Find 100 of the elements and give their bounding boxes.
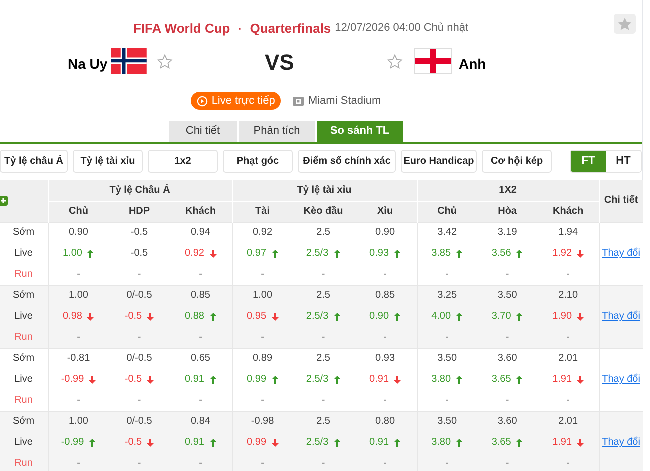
odds-value: 0.91 bbox=[185, 436, 204, 450]
odds-value: 0.84 bbox=[191, 415, 210, 430]
odds-value: 1.91 bbox=[552, 373, 572, 387]
odds-value: - bbox=[199, 457, 202, 471]
odds-value: 1.00 bbox=[253, 289, 273, 304]
odds-value: 3.19 bbox=[498, 226, 518, 240]
column-header: HDP bbox=[109, 201, 170, 222]
odds-value: - bbox=[446, 268, 449, 282]
odds-value: 0.90 bbox=[370, 310, 390, 324]
odds-value: - bbox=[446, 457, 449, 471]
odds-value: 3.42 bbox=[438, 226, 458, 240]
change-link[interactable]: Thay đổi bbox=[602, 374, 640, 385]
odds-value: 0.94 bbox=[191, 226, 210, 240]
stadium-icon bbox=[293, 96, 304, 106]
odds-value: 1.91 bbox=[552, 436, 572, 450]
play-icon bbox=[196, 96, 208, 106]
odds-value: - bbox=[261, 268, 264, 282]
competition-name[interactable]: FIFA World Cup bbox=[133, 18, 230, 38]
odds-value: 3.80 bbox=[432, 373, 452, 387]
star-icon[interactable] bbox=[387, 54, 403, 70]
odds-value: 2.5 bbox=[316, 352, 330, 366]
odds-value: - bbox=[138, 394, 142, 408]
odds-value: 0.91 bbox=[185, 373, 204, 387]
change-link[interactable]: Thay đổi bbox=[602, 248, 640, 259]
odds-value: -0.99 bbox=[61, 436, 84, 450]
add-icon[interactable] bbox=[0, 196, 8, 206]
column-group-header: 1X2 bbox=[417, 180, 600, 201]
round-name[interactable]: Quarterfinals bbox=[250, 18, 332, 38]
odds-value: - bbox=[322, 268, 326, 282]
filter-button[interactable]: Phạt góc bbox=[223, 150, 293, 173]
odds-value: 1.00 bbox=[69, 415, 88, 430]
row-label: Run bbox=[14, 394, 33, 406]
odds-value: - bbox=[322, 394, 326, 408]
odds-value: - bbox=[384, 268, 387, 282]
odds-value: - bbox=[506, 394, 510, 408]
odds-value: 0.90 bbox=[376, 226, 396, 240]
tab[interactable]: So sánh TL bbox=[317, 121, 403, 142]
column-header: Hòa bbox=[477, 201, 538, 222]
odds-value: 1.00 bbox=[63, 247, 82, 261]
odds-value: 2.5 bbox=[316, 226, 330, 240]
odds-value: - bbox=[506, 330, 510, 345]
odds-value: 3.50 bbox=[438, 352, 458, 366]
filter-button[interactable]: Điểm số chính xác bbox=[298, 150, 396, 173]
star-icon[interactable] bbox=[157, 54, 173, 70]
column-header: Tài bbox=[232, 201, 294, 222]
odds-value: - bbox=[506, 457, 510, 471]
odds-value: 2.5 bbox=[316, 289, 330, 304]
odds-value: - bbox=[384, 457, 387, 471]
flag-icon bbox=[414, 48, 452, 74]
odds-value: 0.99 bbox=[247, 436, 267, 450]
odds-value: 0/-0.5 bbox=[126, 415, 152, 430]
column-header: Kèo đầu bbox=[293, 201, 354, 222]
odds-value: - bbox=[138, 268, 142, 282]
period-toggle[interactable]: FT bbox=[571, 151, 606, 172]
odds-value: - bbox=[322, 330, 326, 345]
odds-value: 0.80 bbox=[376, 415, 396, 430]
odds-value: - bbox=[566, 394, 570, 408]
odds-value: - bbox=[261, 457, 264, 471]
odds-value: 3.50 bbox=[498, 289, 518, 304]
odds-value: - bbox=[384, 330, 387, 345]
odds-value: -0.5 bbox=[124, 310, 142, 324]
odds-value: 3.25 bbox=[438, 289, 458, 304]
row-label: Sớm bbox=[12, 353, 35, 364]
odds-value: 3.65 bbox=[492, 436, 512, 450]
odds-value: 1.94 bbox=[558, 226, 578, 240]
team-name: Anh bbox=[459, 55, 486, 74]
column-header: Chủ bbox=[48, 201, 109, 222]
favorite-button[interactable] bbox=[614, 14, 636, 34]
filter-button[interactable]: Tỷ lệ tài xỉu bbox=[73, 150, 143, 173]
odds-value: 3.56 bbox=[492, 247, 512, 261]
filter-button[interactable]: Cơ hội kép bbox=[482, 150, 552, 173]
tab[interactable]: Chi tiết bbox=[169, 121, 237, 142]
odds-value: 0.99 bbox=[247, 373, 267, 387]
odds-value: 0.98 bbox=[63, 310, 82, 324]
odds-value: 2.5/3 bbox=[306, 373, 329, 387]
odds-value: 0.65 bbox=[191, 352, 210, 366]
odds-value: 3.65 bbox=[492, 373, 512, 387]
row-label: Sớm bbox=[12, 227, 35, 238]
odds-value: -0.5 bbox=[124, 373, 142, 387]
filter-button[interactable]: 1x2 bbox=[148, 150, 218, 173]
odds-value: -0.5 bbox=[124, 436, 142, 450]
odds-value: - bbox=[138, 330, 142, 345]
odds-value: -0.99 bbox=[61, 373, 84, 387]
filter-button[interactable]: Euro Handicap bbox=[401, 150, 477, 173]
odds-value: - bbox=[138, 457, 142, 471]
filter-button[interactable]: Tỷ lệ châu Á bbox=[0, 150, 68, 173]
change-link[interactable]: Thay đổi bbox=[602, 437, 640, 448]
odds-value: - bbox=[261, 330, 264, 345]
odds-value: -0.81 bbox=[67, 352, 90, 366]
change-link[interactable]: Thay đổi bbox=[602, 311, 640, 322]
odds-value: -0.5 bbox=[130, 226, 148, 240]
odds-value: 0.88 bbox=[185, 310, 204, 324]
odds-value: 1.90 bbox=[552, 310, 572, 324]
column-header: Chủ bbox=[417, 201, 478, 222]
odds-value: 0/-0.5 bbox=[126, 289, 152, 304]
versus-label: VS bbox=[265, 49, 294, 77]
stadium-name: Miami Stadium bbox=[308, 94, 382, 109]
separator-dot: · bbox=[238, 20, 242, 38]
tab[interactable]: Phân tích bbox=[239, 121, 315, 142]
odds-value: - bbox=[261, 394, 264, 408]
